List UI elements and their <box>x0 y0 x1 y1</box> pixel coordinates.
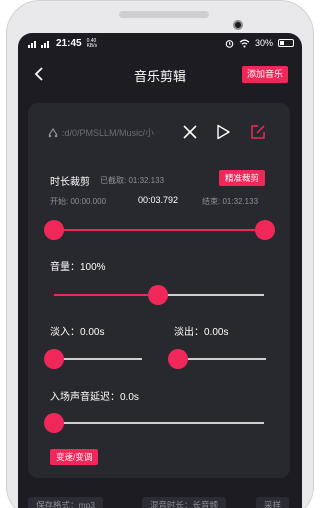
fade-out-label: 淡出：0.00s <box>174 327 229 338</box>
bottom-options: 保存格式：mp3 混音时长：长音频 采样 <box>18 489 302 508</box>
fade-in-label: 淡入：0.00s <box>50 327 105 338</box>
trim-end-label: 结束: 01:32.133 <box>202 197 259 206</box>
status-bar: 21:45 0.40 KB/s 30% <box>18 33 302 55</box>
battery-percent: 30% <box>254 38 273 48</box>
file-row: :d/0/PMSLLM/Music/小 <box>28 119 290 145</box>
network-speed: 0.40 KB/s <box>86 38 98 49</box>
sample-rate-selector[interactable]: 采样 <box>256 497 290 508</box>
trim-current-time: 00:03.792 <box>138 195 179 205</box>
volume-fill <box>54 294 158 296</box>
play-icon[interactable] <box>215 124 231 140</box>
app-screen: 21:45 0.40 KB/s 30% 音乐剪辑 添加音乐:d/0/PMSLL… <box>18 33 302 508</box>
edit-icon[interactable] <box>250 124 266 140</box>
trim-title: 时长裁剪 <box>50 177 90 188</box>
fade-out-slider-handle[interactable] <box>168 349 188 369</box>
wifi-icon <box>239 39 250 48</box>
fade-in-track[interactable] <box>54 358 142 360</box>
battery-icon <box>278 39 294 47</box>
front-camera <box>233 20 243 30</box>
trim-start-label: 开始: 00:00.000 <box>50 197 107 206</box>
status-time: 21:45 <box>56 38 82 49</box>
precise-trim-button[interactable]: 精准裁剪 <box>219 170 266 186</box>
add-music-button[interactable]: 添加音乐 <box>241 66 288 83</box>
edit-panel: :d/0/PMSLLM/Music/小 时长裁剪 已截取: 01:32.133 … <box>28 103 290 478</box>
signal-icon-2 <box>41 40 49 48</box>
audio-wave-icon <box>48 127 58 138</box>
file-path: :d/0/PMSLLM/Music/小 <box>62 128 155 138</box>
entry-delay-track[interactable] <box>54 422 264 424</box>
network-speed-unit: KB/s <box>86 42 98 49</box>
close-icon[interactable] <box>182 124 198 140</box>
entry-delay-label: 入场声音延迟：0.0s <box>50 392 139 403</box>
entry-delay-slider-handle[interactable] <box>44 413 64 433</box>
fade-in-slider-handle[interactable] <box>44 349 64 369</box>
trim-start-handle[interactable] <box>44 220 64 240</box>
fade-out-track[interactable] <box>178 358 266 360</box>
trim-range-track <box>54 229 264 231</box>
signal-icon <box>28 40 36 48</box>
volume-slider-handle[interactable] <box>148 285 168 305</box>
mix-duration-selector[interactable]: 混音时长：长音频 <box>142 497 227 508</box>
speed-pitch-button[interactable]: 变速/变调 <box>50 449 99 465</box>
nav-bar: 音乐剪辑 添加音乐 <box>18 59 302 89</box>
alarm-icon <box>225 39 234 48</box>
trim-end-handle[interactable] <box>255 220 275 240</box>
trimmed-duration: 已截取: 01:32.133 <box>100 176 165 185</box>
save-format-selector[interactable]: 保存格式：mp3 <box>28 497 104 508</box>
volume-label: 音量：100% <box>50 262 106 273</box>
speaker-grille <box>119 11 209 18</box>
